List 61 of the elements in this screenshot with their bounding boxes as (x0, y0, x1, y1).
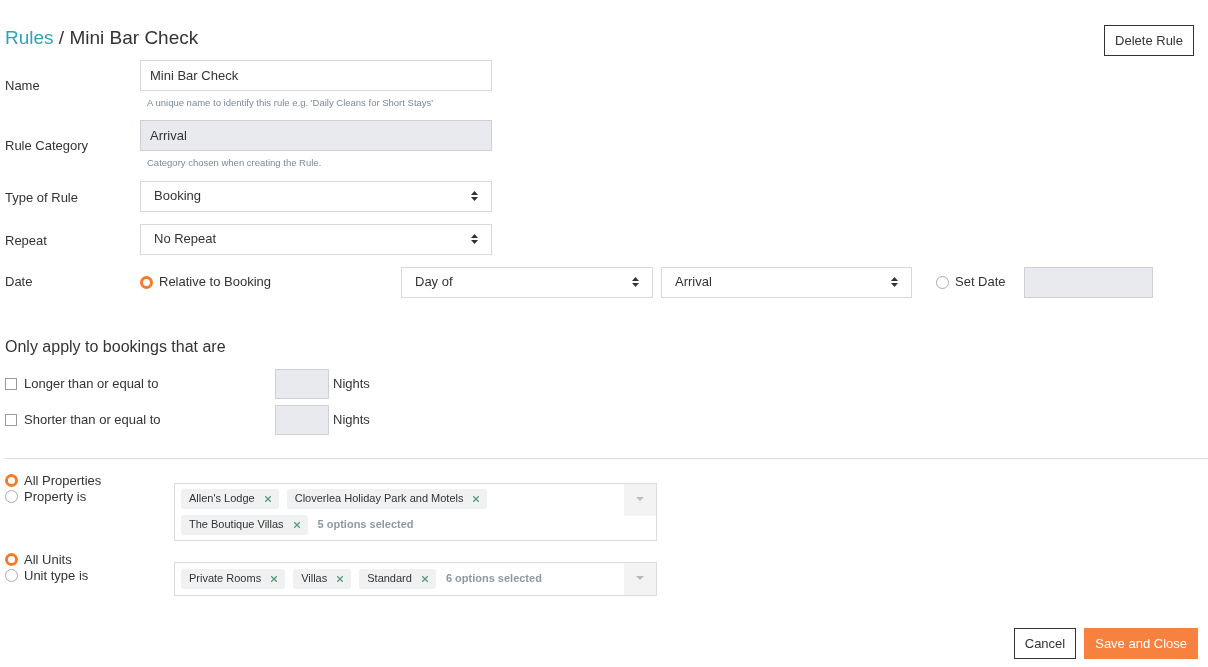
tag-chip[interactable]: Private Rooms (181, 568, 286, 589)
radio-label: All Units (24, 550, 72, 569)
caret-icon[interactable] (636, 496, 644, 501)
remove-icon[interactable] (271, 575, 278, 582)
hint-text: A unique name to identify this rule e.g. 'Daily Cleans for Short Stays' (146, 96, 435, 110)
unit-label: Nights (333, 410, 370, 429)
section-heading: Only apply to bookings that are (5, 336, 227, 357)
remove-icon[interactable] (337, 575, 344, 582)
field-label: Repeat (5, 231, 48, 250)
tag-chip[interactable]: Cloverlea Holiday Park and Motels (286, 488, 488, 509)
field-label: Rule Category (5, 137, 90, 156)
hint-text: Category chosen when creating the Rule. (146, 156, 323, 171)
remove-icon[interactable] (473, 495, 480, 502)
nights-field[interactable] (275, 404, 329, 435)
radio-button[interactable] (5, 490, 18, 503)
field-label: Name (5, 77, 41, 95)
sort-arrows-icon (471, 234, 478, 244)
delete-rule-button[interactable]: Delete Rule (1104, 25, 1194, 56)
sort-arrows-icon (471, 191, 478, 201)
radio-label: Unit type is (24, 566, 89, 585)
select-dropdown[interactable]: Day of (401, 266, 653, 298)
readonly-field: Arrival (140, 120, 492, 152)
checkbox-label: Shorter than or equal to (24, 410, 161, 429)
radio-label: Relative to Booking (159, 273, 271, 292)
radio-button[interactable] (5, 569, 18, 582)
select-dropdown[interactable]: Arrival (661, 266, 912, 298)
select-dropdown[interactable]: Booking (140, 180, 492, 212)
selection-summary: 6 options selected (444, 571, 543, 587)
field-label: Date (5, 273, 34, 292)
breadcrumb-separator: / (57, 27, 66, 48)
checkbox[interactable] (5, 377, 17, 390)
field-label: Type of Rule (5, 188, 79, 207)
radio-button[interactable] (936, 275, 949, 289)
radio-button[interactable] (5, 474, 18, 487)
selection-summary: 5 options selected (316, 517, 415, 533)
radio-button[interactable] (5, 553, 18, 566)
tag-chip[interactable]: Standard (359, 568, 436, 589)
remove-icon[interactable] (421, 575, 428, 582)
radio-label: Property is (24, 488, 87, 506)
tag-chip[interactable]: The Boutique Villas (181, 514, 308, 535)
cancel-button[interactable]: Cancel (1013, 628, 1077, 659)
tag-chip[interactable]: Villas (293, 568, 352, 589)
sort-arrows-icon (891, 277, 898, 287)
caret-icon[interactable] (636, 575, 644, 580)
multi-select-field[interactable]: Private Rooms Villas Standard 6 options selected (174, 561, 657, 596)
select-dropdown[interactable]: No Repeat (140, 223, 492, 255)
remove-icon[interactable] (264, 495, 271, 502)
date-field[interactable] (1024, 266, 1153, 298)
sort-arrows-icon (632, 277, 639, 287)
page-title: Mini Bar Check (69, 27, 199, 48)
unit-label: Nights (333, 374, 370, 393)
checkbox[interactable] (5, 413, 17, 426)
radio-button[interactable] (140, 275, 153, 289)
remove-icon[interactable] (293, 521, 300, 528)
tag-chip[interactable]: Allen's Lodge (181, 488, 279, 509)
checkbox-label: Longer than or equal to (24, 374, 159, 393)
radio-label: Set Date (955, 273, 1006, 292)
multi-select-field[interactable]: Allen's Lodge Cloverlea Holiday Park and Motels The Boutique Villas 5 options selected (174, 482, 657, 541)
nights-field[interactable] (275, 368, 329, 399)
radio-label: All Properties (24, 471, 102, 490)
input-field[interactable]: Mini Bar Check (140, 60, 492, 91)
